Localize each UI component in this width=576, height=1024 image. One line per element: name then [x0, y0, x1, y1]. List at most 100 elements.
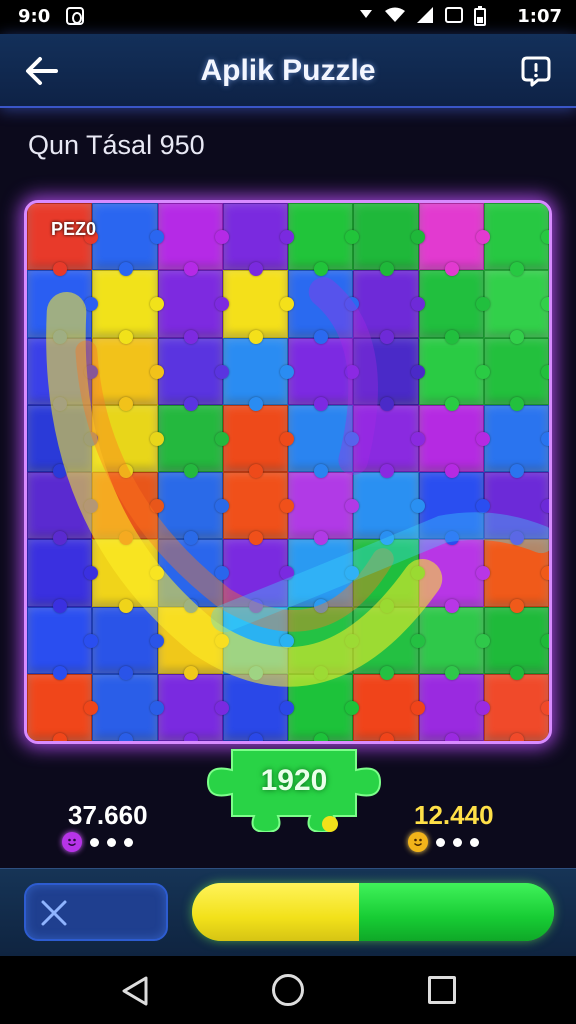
app-header: Aplik Puzzle	[0, 34, 576, 108]
page-dot	[124, 837, 133, 847]
puzzle-piece[interactable]	[92, 404, 164, 479]
puzzle-piece[interactable]	[418, 337, 491, 412]
system-nav-bar	[0, 956, 576, 1024]
page-dot	[453, 837, 462, 847]
puzzle-piece[interactable]	[157, 270, 230, 344]
puzzle-piece[interactable]	[27, 404, 99, 479]
puzzle-piece[interactable]	[92, 270, 164, 344]
puzzle-piece[interactable]	[222, 606, 295, 681]
puzzle-piece[interactable]	[157, 337, 230, 412]
bottom-bar	[0, 868, 576, 956]
puzzle-piece[interactable]	[483, 203, 549, 277]
puzzle-piece[interactable]	[418, 472, 491, 546]
triangle-back-icon[interactable]	[118, 974, 152, 1008]
status-time-left: 9:0	[18, 6, 51, 27]
center-puzzle-piece[interactable]: 1920	[204, 744, 384, 834]
close-button[interactable]	[24, 883, 168, 941]
puzzle-piece[interactable]	[483, 539, 549, 613]
puzzle-piece[interactable]	[92, 337, 164, 412]
page-dot	[107, 837, 116, 847]
page-dot	[470, 837, 479, 847]
puzzle-piece[interactable]	[418, 203, 491, 277]
alert-bubble-icon	[521, 56, 551, 87]
puzzle-piece[interactable]	[353, 337, 425, 412]
puzzle-piece[interactable]	[483, 404, 549, 479]
purple-face-icon	[62, 832, 82, 852]
puzzle-piece[interactable]	[27, 337, 99, 412]
puzzle-piece[interactable]	[288, 606, 360, 681]
puzzle-piece[interactable]	[418, 539, 491, 613]
puzzle-piece[interactable]	[483, 673, 549, 741]
puzzle-piece[interactable]	[157, 203, 230, 277]
center-piece-value: 1920	[260, 764, 328, 797]
puzzle-piece[interactable]	[483, 337, 549, 412]
close-x-icon	[41, 900, 67, 926]
puzzle-piece[interactable]	[27, 539, 99, 613]
puzzle-piece[interactable]	[418, 270, 491, 344]
progress-fill	[192, 883, 359, 941]
puzzle-piece[interactable]	[92, 673, 164, 741]
puzzle-piece[interactable]	[27, 472, 99, 546]
puzzle-piece[interactable]	[222, 539, 295, 613]
score-right: 12.440	[414, 800, 494, 830]
puzzle-piece[interactable]	[418, 673, 491, 741]
puzzle-piece[interactable]	[157, 673, 230, 741]
puzzle-piece[interactable]	[353, 472, 425, 546]
puzzle-piece[interactable]	[92, 472, 164, 546]
puzzle-piece[interactable]	[157, 472, 230, 546]
puzzle-piece[interactable]	[222, 337, 295, 412]
puzzle-piece[interactable]	[418, 606, 491, 681]
signal-icon	[417, 7, 433, 23]
score-left: 37.660	[68, 800, 148, 830]
puzzle-piece[interactable]	[418, 404, 491, 479]
puzzle-piece[interactable]	[222, 472, 295, 546]
status-time-right: 1:07	[517, 6, 562, 27]
puzzle-piece[interactable]	[92, 539, 164, 613]
puzzle-piece[interactable]	[157, 404, 230, 479]
puzzle-piece[interactable]	[288, 203, 360, 277]
puzzle-piece[interactable]	[157, 539, 230, 613]
puzzle-piece[interactable]	[288, 270, 360, 344]
puzzle-piece[interactable]	[27, 673, 99, 741]
puzzle-piece[interactable]	[483, 606, 549, 681]
notification-app-icon	[66, 7, 84, 25]
progress-bar[interactable]	[192, 883, 554, 941]
puzzle-piece[interactable]	[288, 472, 360, 546]
puzzle-subtitle: Qun Tásal 950	[28, 130, 205, 160]
puzzle-piece[interactable]	[222, 673, 295, 741]
puzzle-piece[interactable]	[288, 673, 360, 741]
puzzle-piece[interactable]	[353, 673, 425, 741]
page-dot	[436, 837, 445, 847]
progress-remaining	[358, 883, 554, 941]
puzzle-piece[interactable]	[353, 203, 425, 277]
report-button[interactable]	[514, 50, 558, 92]
puzzle-piece[interactable]	[222, 203, 295, 277]
player-right-indicator	[408, 832, 479, 852]
puzzle-piece[interactable]	[27, 270, 99, 344]
puzzle-piece[interactable]	[288, 337, 360, 412]
page-title: Aplik Puzzle	[200, 54, 376, 87]
status-icons	[358, 6, 486, 26]
circle-home-icon[interactable]	[272, 974, 304, 1006]
square-recent-icon[interactable]	[428, 976, 456, 1004]
puzzle-piece[interactable]	[353, 539, 425, 613]
puzzle-piece[interactable]	[157, 606, 230, 681]
puzzle-piece[interactable]	[483, 472, 549, 546]
nfc-icon	[445, 7, 463, 23]
puzzle-piece[interactable]	[353, 270, 425, 344]
puzzle-piece[interactable]	[222, 270, 295, 344]
puzzle-piece[interactable]	[483, 270, 549, 344]
puzzle-board: PEZ0	[24, 200, 552, 744]
puzzle-piece[interactable]	[288, 404, 360, 479]
puzzle-piece[interactable]	[353, 606, 425, 681]
puzzle-piece[interactable]	[92, 606, 164, 681]
wifi-icon	[385, 7, 405, 22]
page-dot	[90, 837, 99, 847]
puzzle-piece[interactable]	[27, 606, 99, 681]
puzzle-piece[interactable]	[353, 404, 425, 479]
battery-icon	[474, 6, 486, 26]
puzzle-piece[interactable]	[288, 539, 360, 613]
puzzle-piece[interactable]	[92, 203, 164, 277]
status-bar: 9:0 1:07	[0, 0, 576, 34]
puzzle-piece[interactable]	[222, 404, 295, 479]
